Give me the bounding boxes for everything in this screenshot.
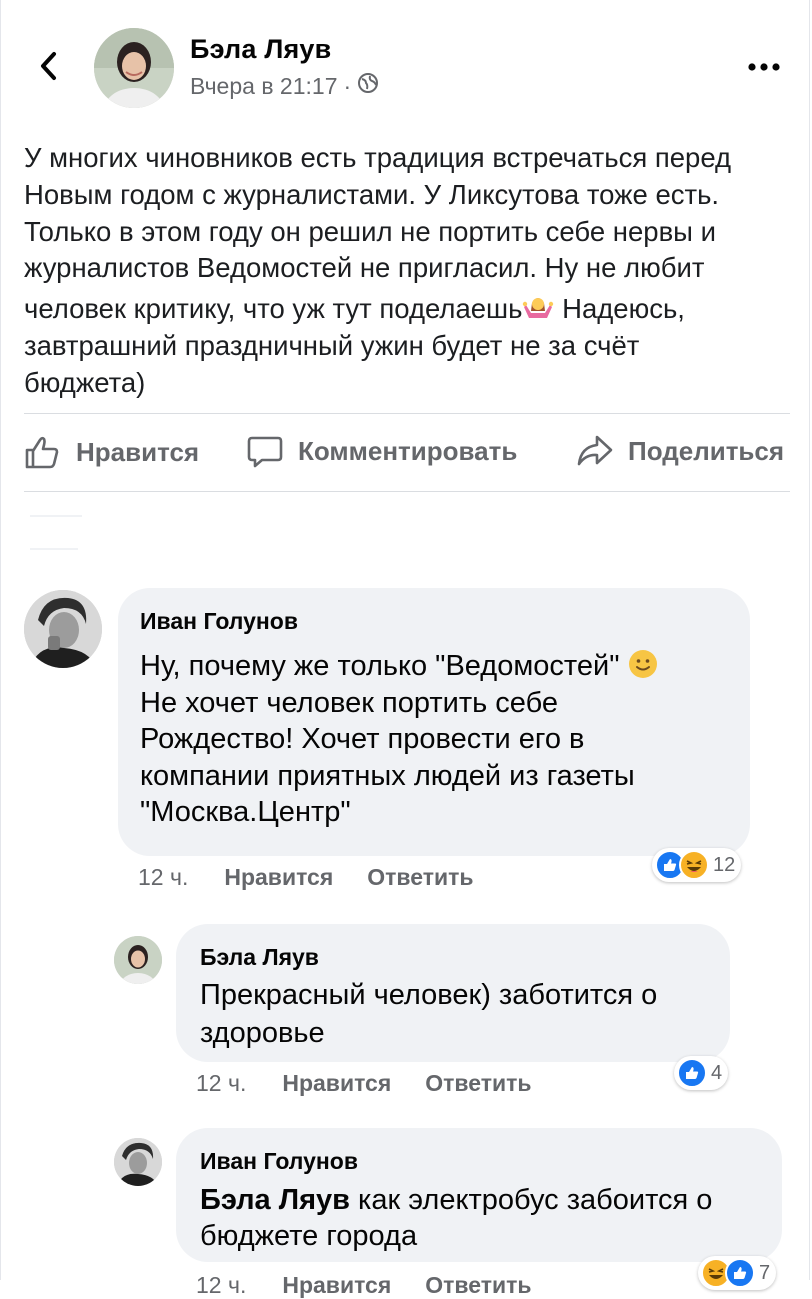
- comment-bubble[interactable]: Иван Голунов Ну, почему же только "Ведом…: [118, 588, 750, 856]
- comment-icon: [246, 432, 284, 470]
- comment-time[interactable]: 12 ч.: [196, 1272, 246, 1299]
- comment-author[interactable]: Иван Голунов: [140, 606, 728, 636]
- post-line: Новым годом с журналистами. У Ликсутова …: [24, 178, 720, 210]
- share-button[interactable]: Поделиться: [576, 432, 784, 470]
- like-button[interactable]: Нравится: [22, 432, 199, 472]
- comment-like-link[interactable]: Нравится: [224, 864, 333, 891]
- comment-text: Ну, почему же только "Ведомостей" Не хоч…: [140, 648, 728, 831]
- woman-shrugging-emoji: [522, 291, 554, 323]
- post-line: завтрашний праздничный ужин будет не за …: [24, 329, 640, 361]
- comment-meta: 12 ч. Нравится Ответить: [196, 1070, 532, 1097]
- comment-like-link[interactable]: Нравится: [282, 1272, 391, 1299]
- like-button-label: Нравится: [76, 436, 200, 467]
- reaction-summary[interactable]: 7: [698, 1256, 777, 1290]
- comment-line: компании приятных людей из газеты: [140, 759, 635, 792]
- commenter-avatar[interactable]: [24, 590, 102, 668]
- reaction-count: 4: [711, 1061, 723, 1084]
- comment-meta: 12 ч. Нравится Ответить: [138, 864, 474, 891]
- haha-reaction-icon: [679, 850, 709, 880]
- comment-reply-link[interactable]: Ответить: [367, 864, 473, 891]
- post-meta: Вчера в 21:17 ·: [190, 72, 379, 100]
- post-line: У многих чиновников есть традиция встреч…: [24, 142, 732, 173]
- like-reaction-icon: [725, 1258, 755, 1288]
- comment-reply-link[interactable]: Ответить: [425, 1070, 531, 1097]
- post-line-part: человек критику, что уж тут поделаешь: [24, 293, 523, 325]
- post-time[interactable]: Вчера в 21:17: [190, 73, 338, 100]
- reaction-summary[interactable]: 12: [652, 848, 742, 882]
- commenter-avatar[interactable]: [114, 1138, 162, 1186]
- comment-mention[interactable]: Бэла Ляув: [200, 1184, 350, 1216]
- comment-line: бюджете города: [200, 1220, 418, 1252]
- comment-time[interactable]: 12 ч.: [196, 1070, 246, 1097]
- comment-line: Не хочет человек портить себе: [140, 686, 558, 719]
- post-action-bar: Нравится Комментировать Поделиться: [0, 432, 812, 478]
- comment-line-part: как электробус забоится о: [349, 1184, 713, 1216]
- placeholder-line: [30, 515, 82, 517]
- comment-time[interactable]: 12 ч.: [138, 864, 188, 891]
- divider: [24, 413, 790, 414]
- comment-author[interactable]: Иван Голунов: [200, 1146, 758, 1176]
- comment-reply-link[interactable]: Ответить: [425, 1272, 531, 1299]
- thumbs-up-icon: [22, 432, 62, 472]
- comment-text: Прекрасный человек) заботится о здоровье: [200, 976, 706, 1052]
- comment-line: "Москва.Центр": [140, 796, 351, 829]
- post-author[interactable]: Бэла Ляув: [190, 34, 331, 65]
- comment-line: Бэла Ляув как электробус забоится о: [200, 1182, 758, 1218]
- commenter-avatar[interactable]: [114, 936, 162, 984]
- back-chevron-icon[interactable]: [32, 48, 68, 84]
- comment-line: Прекрасный человек) заботится о: [200, 979, 658, 1011]
- more-icon[interactable]: [744, 50, 784, 80]
- comment-meta: 12 ч. Нравится Ответить: [196, 1272, 532, 1299]
- like-reaction-icon: [677, 1058, 707, 1088]
- comment-text: Бэла Ляув как электробус забоится о бюдж…: [200, 1182, 758, 1254]
- post-line: человек критику, что уж тут поделаешь На…: [24, 291, 784, 328]
- post-line-part: Надеюсь,: [554, 293, 685, 325]
- share-button-label: Поделиться: [628, 435, 785, 466]
- reaction-summary[interactable]: 4: [674, 1056, 729, 1090]
- comment-line-part: Ну, почему же только "Ведомостей": [140, 650, 620, 682]
- comment-line: Рождество! Хочет провести его в: [140, 723, 585, 756]
- comment-like-link[interactable]: Нравится: [282, 1070, 391, 1097]
- share-icon: [576, 432, 614, 470]
- comment-button-label: Комментировать: [298, 435, 518, 466]
- comment-bubble[interactable]: Иван Голунов Бэла Ляув как электробус за…: [176, 1128, 782, 1262]
- reaction-count: 12: [713, 853, 736, 876]
- divider: [24, 491, 790, 492]
- smile-emoji: [628, 649, 658, 679]
- comment-line: Ну, почему же только "Ведомостей": [140, 648, 728, 685]
- post-line: Только в этом году он решил не портить с…: [24, 215, 716, 247]
- post-line: журналистов Ведомостей не пригласил. Ну …: [24, 252, 705, 284]
- comment-button[interactable]: Комментировать: [246, 432, 517, 470]
- comment-author[interactable]: Бэла Ляув: [200, 942, 706, 972]
- globe-icon: [357, 72, 379, 100]
- comment-line: здоровье: [200, 1017, 325, 1049]
- comment-bubble[interactable]: Бэла Ляув Прекрасный человек) заботится …: [176, 924, 730, 1062]
- placeholder-line: [30, 548, 78, 550]
- reaction-count: 7: [759, 1261, 771, 1284]
- author-avatar[interactable]: [94, 28, 174, 108]
- post-line: бюджета): [24, 366, 146, 398]
- post-text: У многих чиновников есть традиция встреч…: [24, 140, 784, 402]
- meta-separator: ·: [343, 72, 352, 99]
